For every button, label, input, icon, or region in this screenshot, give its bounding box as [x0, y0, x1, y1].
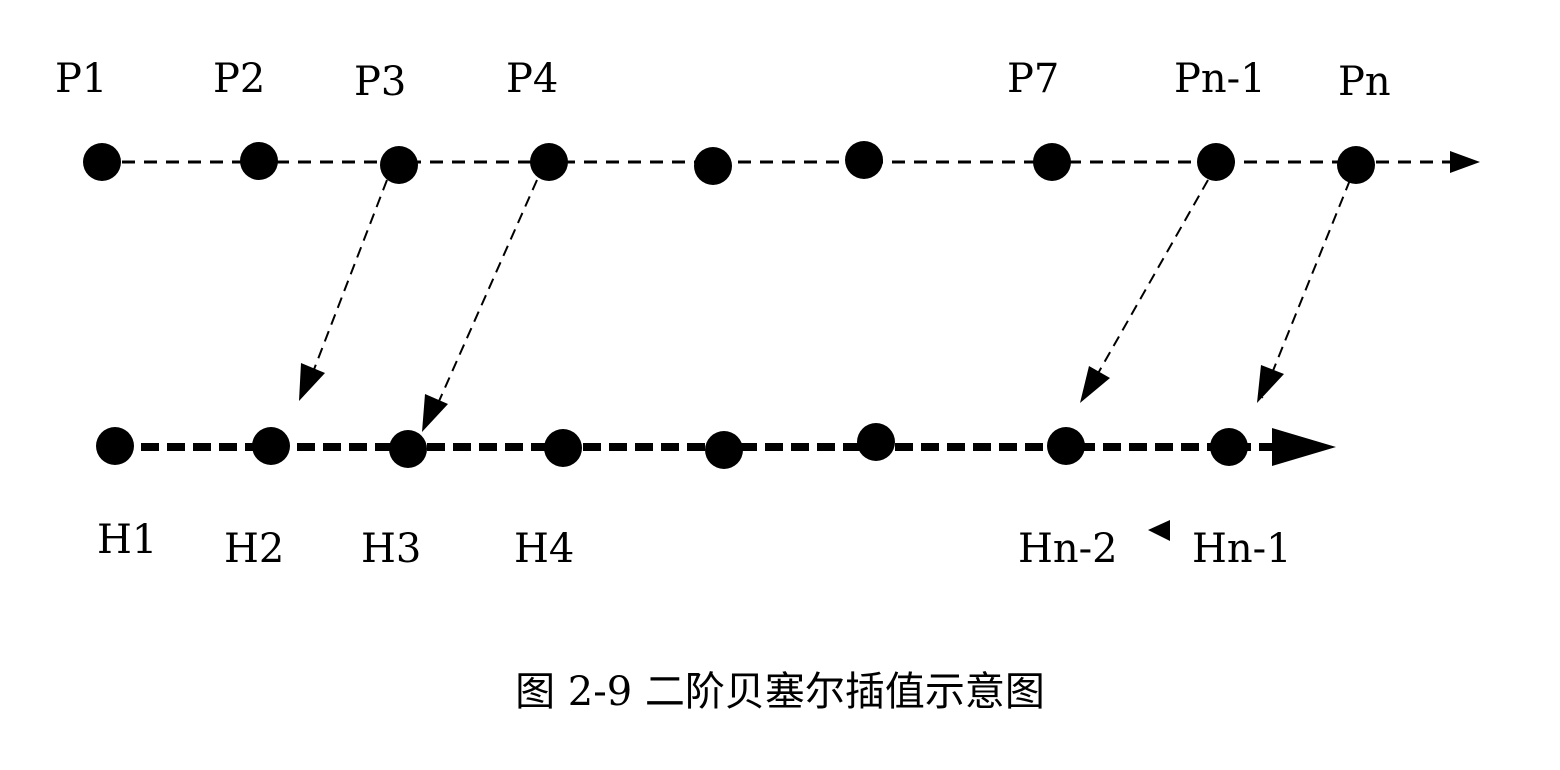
- bottom-row-labels: H1 H2 H3 H4 Hn-2 Hn-1: [97, 517, 1292, 572]
- mapping-arrow-pn-hn1: [1261, 179, 1351, 399]
- label-p3: P3: [354, 59, 406, 105]
- mapping-arrow-p4-h3: [427, 179, 538, 427]
- label-p4: P4: [506, 56, 558, 102]
- bottom-row-arrowhead: [1272, 428, 1336, 466]
- label-p7: P7: [1007, 56, 1059, 102]
- point-hn-2: [1047, 427, 1085, 465]
- label-hn-2: Hn-2: [1018, 526, 1118, 572]
- mapping-arrow-pn1-hn2: [1083, 179, 1209, 399]
- point-pn: [1337, 146, 1375, 184]
- point-h1: [96, 427, 134, 465]
- point-p7: [1033, 143, 1071, 181]
- point-hn-1: [1210, 428, 1248, 466]
- label-h1: H1: [97, 517, 157, 563]
- bezier-interpolation-diagram: P1 P2 P3 P4 P7 Pn-1 Pn H1 H2 H3 H4 Hn-2 …: [55, 56, 1480, 715]
- point-p6: [845, 141, 883, 179]
- label-h3: H3: [361, 526, 421, 572]
- label-pn: Pn: [1338, 59, 1391, 105]
- mapping-arrowhead-p4-h3: [422, 394, 448, 432]
- mapping-arrow-p3-h2: [302, 179, 388, 399]
- mapping-arrowhead-pn-hn1: [1257, 365, 1284, 403]
- point-p4: [530, 143, 568, 181]
- label-h4: H4: [514, 526, 574, 572]
- figure-caption: 图 2-9 二阶贝塞尔插值示意图: [515, 669, 1045, 715]
- mapping-arrowhead-pn1-hn2: [1080, 366, 1110, 403]
- label-hn-1: Hn-1: [1192, 526, 1292, 572]
- point-h5: [705, 431, 743, 469]
- mapping-arrows: [299, 179, 1351, 432]
- point-h3: [389, 430, 427, 468]
- small-left-arrowhead: [1148, 520, 1170, 541]
- point-pn-1: [1197, 143, 1235, 181]
- label-p1: P1: [55, 56, 107, 102]
- point-p3: [380, 146, 418, 184]
- mapping-arrowhead-p3-h2: [299, 363, 325, 401]
- label-p2: P2: [213, 56, 265, 102]
- point-p1: [83, 143, 121, 181]
- point-p2: [240, 142, 278, 180]
- label-h2: H2: [224, 526, 284, 572]
- point-p5: [694, 147, 732, 185]
- point-h2: [252, 427, 290, 465]
- point-h4: [544, 429, 582, 467]
- point-h6: [857, 423, 895, 461]
- top-row-labels: P1 P2 P3 P4 P7 Pn-1 Pn: [55, 56, 1391, 105]
- top-row-arrowhead: [1450, 151, 1480, 173]
- label-pn-1: Pn-1: [1174, 56, 1266, 102]
